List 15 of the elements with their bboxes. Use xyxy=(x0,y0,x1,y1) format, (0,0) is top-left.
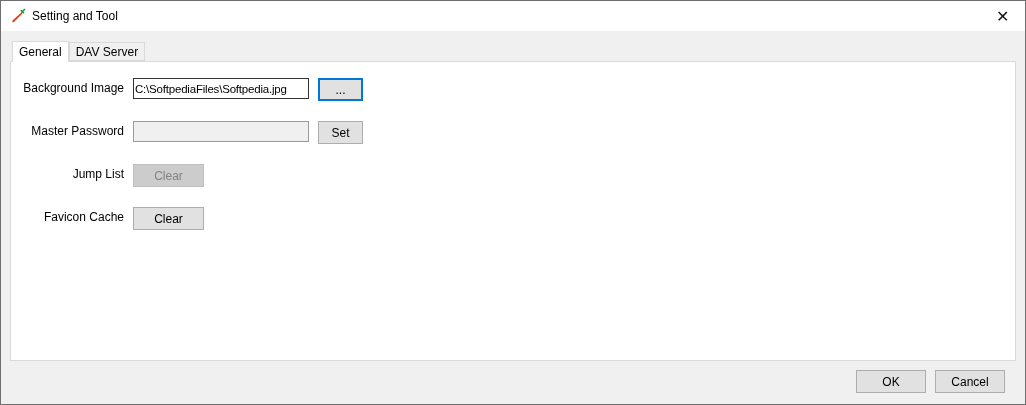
field-label: Jump List xyxy=(71,166,124,181)
action-button[interactable]: Set xyxy=(318,121,363,144)
tab[interactable]: DAV Server xyxy=(68,42,146,61)
dialog-button[interactable]: OK xyxy=(856,370,926,393)
field-label: Master Password xyxy=(30,123,124,138)
clear-button[interactable]: Clear xyxy=(133,207,204,230)
field-label: Favicon Cache xyxy=(42,209,124,224)
carrot-icon xyxy=(10,8,26,24)
field-label: Background Image xyxy=(22,80,124,95)
text-field[interactable]: C:\SoftpediaFiles\Softpedia.jpg xyxy=(133,78,309,99)
window-title: Setting and Tool xyxy=(32,9,119,23)
dialog-button[interactable]: Cancel xyxy=(935,370,1005,393)
close-button[interactable]: ✕ xyxy=(979,1,1025,31)
action-button[interactable]: ... xyxy=(318,78,363,101)
tab[interactable]: General xyxy=(12,41,69,62)
